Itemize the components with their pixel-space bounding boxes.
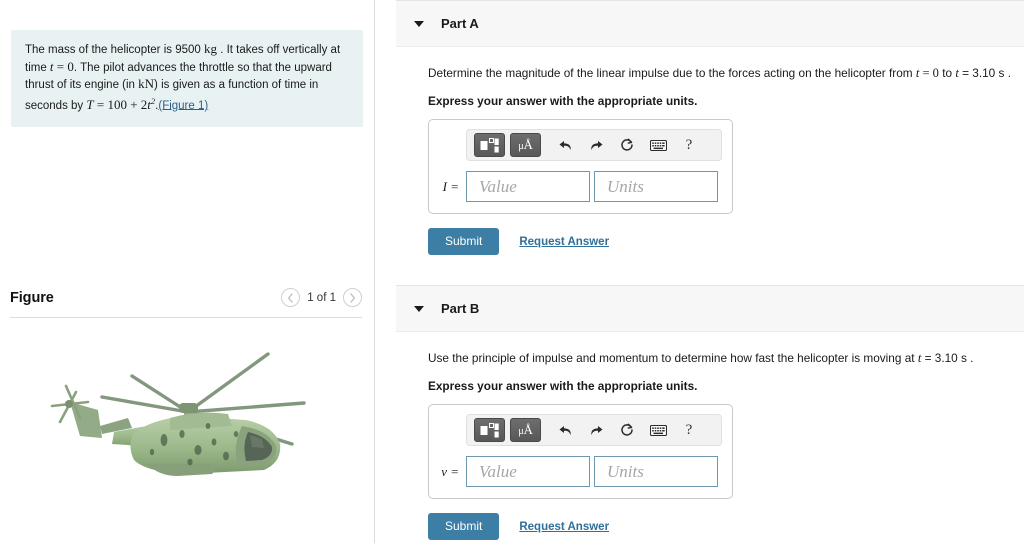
right-pane: Part A Determine the magnitude of the li… — [375, 0, 1024, 543]
left-pane: The mass of the helicopter is 9500 kg . … — [0, 0, 375, 543]
part-a-units-input[interactable]: Units — [594, 171, 718, 202]
figure-1-link[interactable]: (Figure 1) — [158, 99, 208, 111]
units-symbol: μÅ — [518, 422, 533, 437]
thrust-formula: = 100 + 2 — [93, 96, 148, 112]
redo-icon[interactable] — [583, 419, 609, 441]
figure-header: Figure 1 of 1 — [10, 288, 362, 318]
problem-statement-text: The mass of the helicopter is 9500 kg . … — [25, 41, 349, 114]
part-b-answer-box: μÅ ? v = Value Units — [428, 404, 733, 499]
keyboard-icon[interactable] — [645, 419, 671, 441]
figure-page-indicator: 1 of 1 — [307, 291, 336, 304]
problem-page: The mass of the helicopter is 9500 kg . … — [0, 0, 1024, 543]
part-b-answer-symbol: v = — [441, 463, 459, 479]
undo-icon[interactable] — [552, 134, 578, 156]
part-a-eq1: = 0 — [919, 66, 939, 80]
part-a-prompt-mid: to — [938, 66, 956, 80]
reset-icon[interactable] — [614, 134, 640, 156]
math-template-icon[interactable] — [474, 133, 505, 157]
part-a-prompt-post: . — [1004, 66, 1011, 80]
unit-kn: kN — [138, 76, 155, 91]
part-b-prompt-post: . — [966, 351, 974, 365]
figure-next-button[interactable] — [343, 288, 362, 307]
reset-icon[interactable] — [614, 419, 640, 441]
part-b-units-input[interactable]: Units — [594, 456, 718, 487]
figure-image-container[interactable] — [10, 325, 362, 535]
undo-icon[interactable] — [552, 419, 578, 441]
part-a-request-answer-link[interactable]: Request Answer — [519, 236, 609, 248]
part-b-answer-row: v = Value Units — [439, 456, 722, 487]
figure-pager: 1 of 1 — [281, 288, 362, 307]
equation-t-zero: = 0 — [53, 58, 74, 74]
part-b-submit-row: Submit Request Answer — [428, 513, 1024, 540]
part-b-request-answer-link[interactable]: Request Answer — [519, 521, 609, 533]
unit-kg: kg — [204, 41, 217, 56]
part-a-answer-box: μÅ ? I = Value Units — [428, 119, 733, 214]
part-a-answer-row: I = Value Units — [439, 171, 722, 202]
part-b-submit-button[interactable]: Submit — [428, 513, 500, 540]
keyboard-icon[interactable] — [645, 134, 671, 156]
part-b-header[interactable]: Part B — [396, 285, 1024, 332]
part-b-title: Part B — [441, 301, 480, 316]
collapse-caret-icon[interactable] — [414, 305, 424, 312]
part-b-express-units: Express your answer with the appropriate… — [428, 379, 698, 393]
part-a-answer-toolbar: μÅ ? — [466, 129, 722, 161]
part-b-units-placeholder: Units — [607, 461, 644, 481]
part-a-prompt-pre: Determine the magnitude of the linear im… — [428, 66, 916, 80]
problem-statement-panel: The mass of the helicopter is 9500 kg . … — [11, 30, 363, 127]
problem-text-seg1: The mass of the helicopter is 9500 — [25, 44, 204, 56]
chevron-left-icon — [287, 292, 294, 303]
part-b-prompt: Use the principle of impulse and momentu… — [428, 350, 1024, 366]
redo-icon[interactable] — [583, 134, 609, 156]
part-a-body: Determine the magnitude of the linear im… — [375, 47, 1024, 255]
units-symbol: μÅ — [518, 137, 533, 152]
part-b-eq1: = 3.10 s — [921, 351, 967, 365]
part-b-value-placeholder: Value — [479, 461, 517, 481]
math-template-icon[interactable] — [474, 418, 505, 442]
help-icon[interactable]: ? — [676, 134, 702, 156]
part-b-value-input[interactable]: Value — [466, 456, 590, 487]
helicopter-illustration — [50, 352, 306, 476]
part-a-title: Part A — [441, 16, 479, 31]
part-b-prompt-pre: Use the principle of impulse and momentu… — [428, 351, 918, 365]
part-a-units-placeholder: Units — [607, 176, 644, 196]
part-b-section: Part B Use the principle of impulse and … — [375, 285, 1024, 540]
part-b-answer-toolbar: μÅ ? — [466, 414, 722, 446]
part-a-section: Part A Determine the magnitude of the li… — [375, 0, 1024, 255]
part-a-value-input[interactable]: Value — [466, 171, 590, 202]
collapse-caret-icon[interactable] — [414, 20, 424, 27]
part-a-submit-button[interactable]: Submit — [428, 228, 500, 255]
part-a-submit-row: Submit Request Answer — [428, 228, 1024, 255]
part-a-value-placeholder: Value — [479, 176, 517, 196]
part-a-header[interactable]: Part A — [396, 0, 1024, 47]
chevron-right-icon — [349, 292, 356, 303]
part-a-eq2: = 3.10 s — [958, 66, 1005, 80]
units-mu-angstrom-icon[interactable]: μÅ — [510, 418, 541, 442]
part-b-body: Use the principle of impulse and momentu… — [375, 332, 1024, 540]
help-icon[interactable]: ? — [676, 419, 702, 441]
part-a-prompt: Determine the magnitude of the linear im… — [428, 65, 1024, 81]
figure-prev-button[interactable] — [281, 288, 301, 307]
part-a-express-units: Express your answer with the appropriate… — [428, 94, 698, 108]
figure-title: Figure — [10, 289, 54, 306]
variable-T: T — [86, 96, 94, 112]
part-a-answer-symbol: I = — [442, 178, 459, 194]
units-mu-angstrom-icon[interactable]: μÅ — [510, 133, 541, 157]
